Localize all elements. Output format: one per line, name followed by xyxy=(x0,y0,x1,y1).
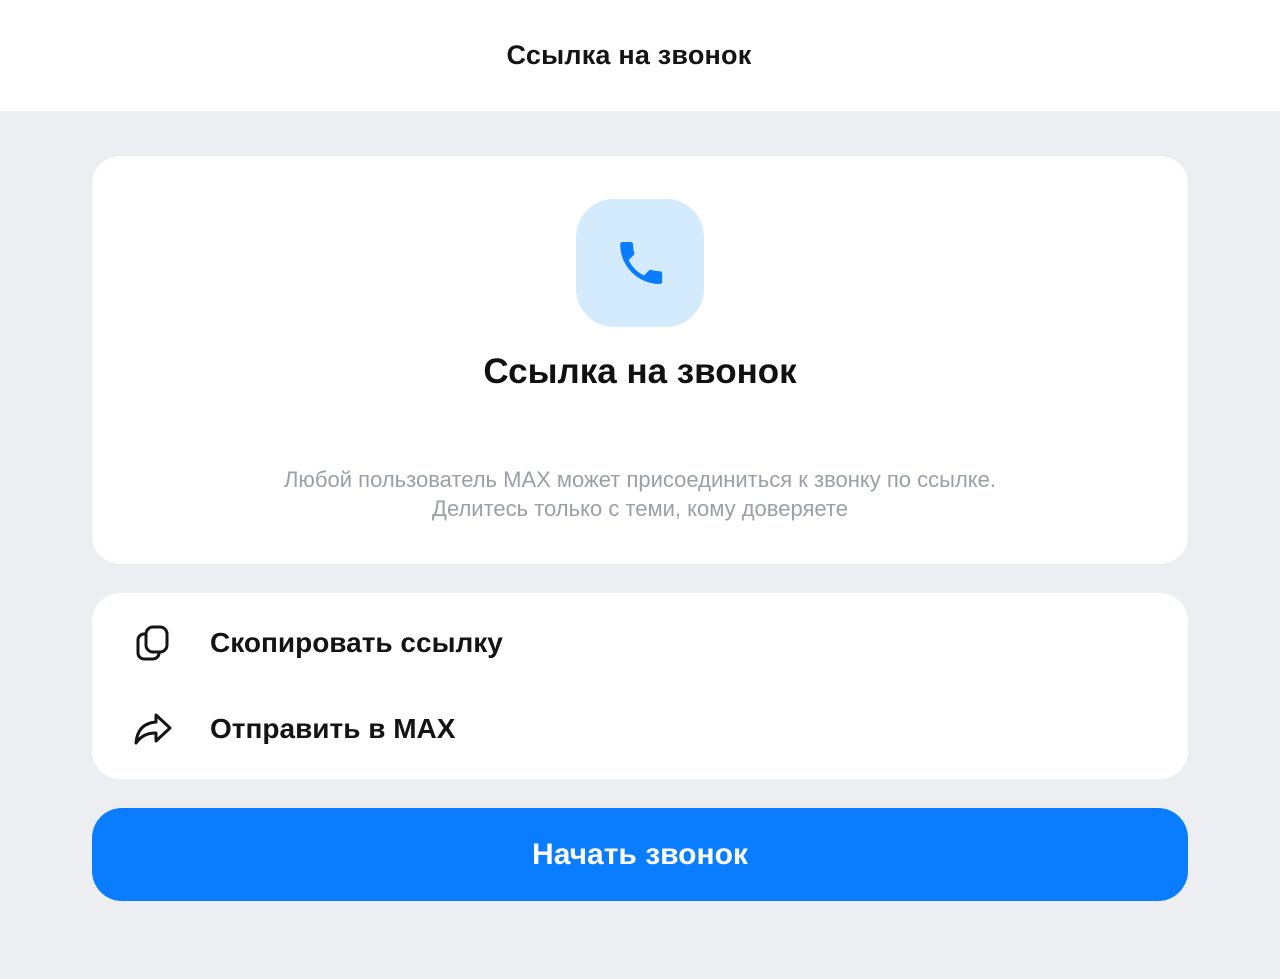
info-description-line-2: Делитесь только с теми, кому доверяете xyxy=(432,496,848,521)
call-link-info-card: Ссылка на звонок Любой пользователь MAX … xyxy=(92,156,1188,564)
send-to-max-label: Отправить в MAX xyxy=(210,713,456,744)
send-to-max-button[interactable]: Отправить в MAX xyxy=(92,686,1188,772)
top-bar: Ссылка на звонок xyxy=(0,0,1280,111)
info-description: Любой пользователь MAX может присоединит… xyxy=(92,465,1188,523)
info-title: Ссылка на звонок xyxy=(483,352,797,391)
copy-link-label: Скопировать ссылку xyxy=(210,627,503,658)
phone-icon xyxy=(620,242,663,284)
info-description-line-1: Любой пользователь MAX может присоединит… xyxy=(283,467,997,492)
share-arrow-icon xyxy=(132,708,174,750)
copy-link-button[interactable]: Скопировать ссылку xyxy=(92,600,1188,686)
copy-icon xyxy=(132,622,174,664)
start-call-button[interactable]: Начать звонок xyxy=(92,808,1188,901)
page-title: Ссылка на звонок xyxy=(506,40,752,70)
phone-icon-tile xyxy=(576,199,704,327)
actions-card: Скопировать ссылку Отправить в MAX xyxy=(92,593,1188,779)
